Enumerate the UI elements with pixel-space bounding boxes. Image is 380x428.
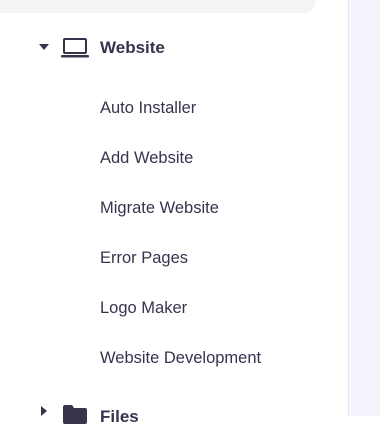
sidebar-item-logo-maker[interactable]: Logo Maker — [100, 297, 187, 319]
sidebar: Website Auto Installer Add Website Migra… — [0, 0, 349, 426]
sidebar-item-migrate-website[interactable]: Migrate Website — [100, 197, 219, 219]
sidebar-item-auto-installer[interactable]: Auto Installer — [100, 97, 196, 119]
chevron-right-icon[interactable] — [41, 406, 47, 416]
sidebar-item-previous[interactable] — [0, 0, 316, 13]
sidebar-section-website[interactable] — [0, 28, 340, 68]
sidebar-section-title-files[interactable]: Files — [100, 406, 139, 428]
sidebar-section-title-website: Website — [100, 38, 165, 57]
sidebar-item-website-development[interactable]: Website Development — [100, 347, 261, 369]
sidebar-item-error-pages[interactable]: Error Pages — [100, 247, 188, 269]
chevron-down-icon[interactable] — [39, 44, 49, 50]
laptop-icon — [61, 38, 89, 58]
sidebar-item-add-website[interactable]: Add Website — [100, 147, 193, 169]
main-content-background — [349, 0, 380, 416]
folder-icon — [63, 405, 87, 424]
